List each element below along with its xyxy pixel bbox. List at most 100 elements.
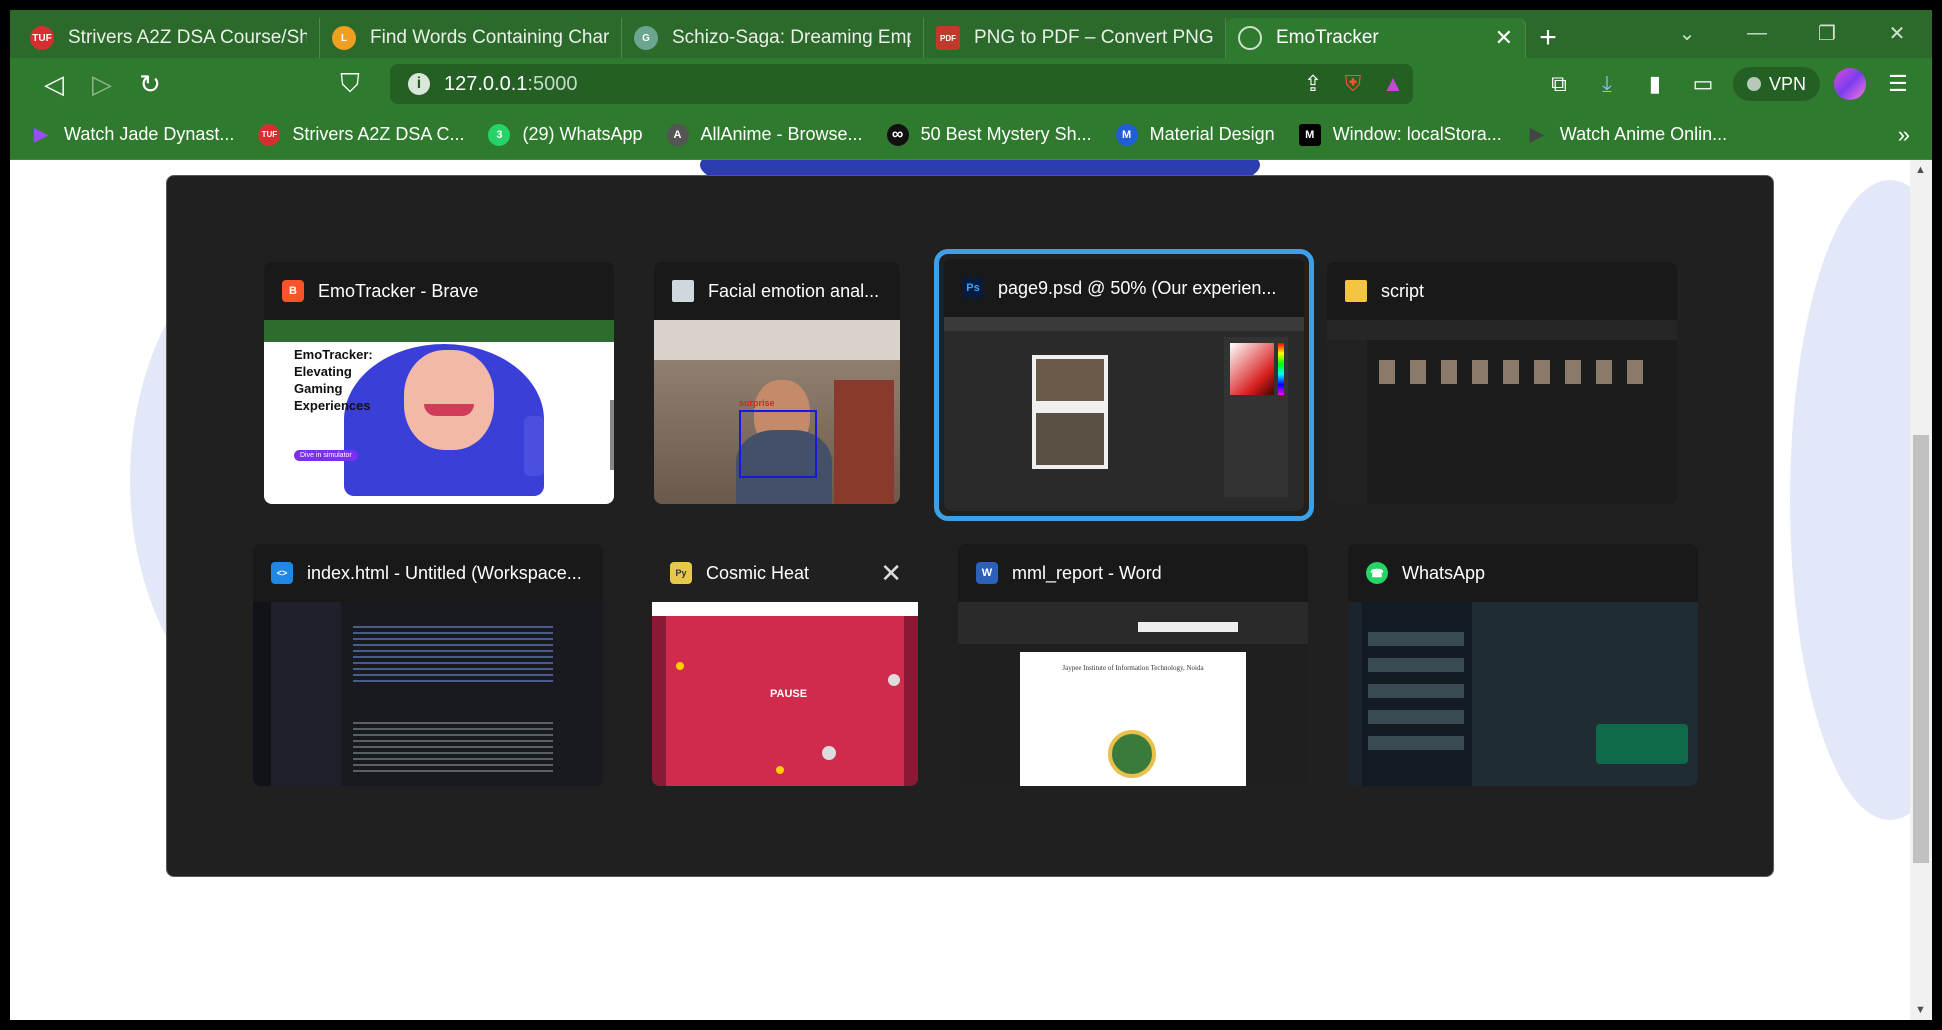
window-card-cosmic-heat[interactable]: Py Cosmic Heat ✕ PAUSE xyxy=(652,544,918,786)
bookmark-label: (29) WhatsApp xyxy=(522,124,643,144)
pause-text: PAUSE xyxy=(770,688,808,700)
bookmark-anime-online[interactable]: ▶ Watch Anime Onlin... xyxy=(1526,124,1727,146)
vpn-status-icon xyxy=(1746,77,1761,91)
face-detection-box xyxy=(739,410,817,478)
play-icon: ▶ xyxy=(1529,124,1544,144)
profile-avatar[interactable] xyxy=(1834,68,1866,100)
bookmark-label: 50 Best Mystery Sh... xyxy=(920,124,1092,144)
bookmark-whatsapp[interactable]: 3 (29) WhatsApp xyxy=(488,123,643,146)
minimize-icon[interactable]: — xyxy=(1722,16,1792,50)
allanime-icon: A xyxy=(666,123,689,146)
png-pdf-icon: PDF xyxy=(936,26,960,50)
brave-rewards-icon[interactable]: ▲ xyxy=(1373,66,1413,102)
new-tab-button[interactable]: + xyxy=(1526,18,1570,58)
card-caption: Py Cosmic Heat ✕ xyxy=(652,544,918,602)
bookmark-mystery[interactable]: ∞ 50 Best Mystery Sh... xyxy=(886,123,1092,146)
wallet-icon[interactable]: ▭ xyxy=(1679,62,1727,106)
url-host: 127.0.0.1 xyxy=(444,72,528,95)
extensions-icon[interactable]: ⧉ xyxy=(1535,62,1583,106)
reload-icon[interactable]: ↻ xyxy=(126,62,174,106)
close-tab-icon[interactable]: ✕ xyxy=(1495,25,1513,51)
window-thumbnail: surprise xyxy=(654,320,900,504)
forward-icon[interactable]: ▷ xyxy=(78,62,126,106)
python-icon: Py xyxy=(670,562,692,584)
bookmark-icon[interactable]: ⛉ xyxy=(326,62,374,106)
window-card-whatsapp[interactable]: ☎ WhatsApp xyxy=(1348,544,1698,786)
brave-shields-icon[interactable]: ⛨ xyxy=(1333,66,1373,102)
scroll-up-icon[interactable]: ▲ xyxy=(1915,164,1926,176)
tab-schizo-saga[interactable]: G Schizo-Saga: Dreaming Empath xyxy=(622,18,924,58)
thumb-cta-button: Dive in simulator xyxy=(294,450,358,461)
card-title: WhatsApp xyxy=(1402,562,1486,583)
tab-search-icon[interactable]: ⌄ xyxy=(1652,16,1722,50)
menu-icon[interactable]: ☰ xyxy=(1874,62,1922,106)
chatgpt-icon: G xyxy=(634,26,658,50)
card-title: mml_report - Word xyxy=(1012,562,1162,583)
task-switcher: B EmoTracker - Brave EmoTracker: Elevati… xyxy=(166,175,1774,877)
tab-find-words[interactable]: L Find Words Containing Charact xyxy=(320,18,622,58)
url-text[interactable]: 127.0.0.1:5000 xyxy=(444,73,1293,96)
card-title: Facial emotion anal... xyxy=(708,280,880,301)
window-thumbnail: Jaypee Institute of Information Technolo… xyxy=(958,602,1308,786)
browser-window: TUF Strivers A2Z DSA Course/Sheet L Find… xyxy=(10,10,1932,1020)
bookmark-material[interactable]: M Material Design xyxy=(1115,123,1275,146)
page-content: ▲ ▼ B EmoTracker - Brave EmoTracker: Ele… xyxy=(10,160,1932,1020)
tab-label: Schizo-Saga: Dreaming Empath xyxy=(672,27,911,48)
close-window-icon[interactable]: ✕ xyxy=(1862,16,1932,50)
share-icon[interactable]: ⇪ xyxy=(1293,66,1333,102)
tab-emotracker[interactable]: EmoTracker ✕ xyxy=(1226,18,1526,58)
tab-strivers[interactable]: TUF Strivers A2Z DSA Course/Sheet xyxy=(18,18,320,58)
back-icon[interactable]: ◁ xyxy=(30,62,78,106)
toolbar: ◁ ▷ ↻ ⛉ i 127.0.0.1:5000 ⇪ ⛨ ▲ ⧉ ⤓ ▮ ▭ V… xyxy=(10,58,1932,110)
bookmark-localstorage[interactable]: M Window: localStora... xyxy=(1298,123,1502,146)
window-card-emotracker[interactable]: B EmoTracker - Brave EmoTracker: Elevati… xyxy=(264,262,614,504)
sidebar-icon[interactable]: ▮ xyxy=(1631,62,1679,106)
window-card-word[interactable]: W mml_report - Word Jaypee Institute of … xyxy=(958,544,1308,786)
screen: TUF Strivers A2Z DSA Course/Sheet L Find… xyxy=(0,0,1942,1030)
folder-icon xyxy=(1345,280,1367,302)
card-title: page9.psd @ 50% (Our experien... xyxy=(998,277,1277,298)
close-window-icon[interactable]: ✕ xyxy=(880,558,902,589)
material-icon: M xyxy=(1115,123,1138,146)
window-thumbnail: EmoTracker: Elevating Gaming Experiences… xyxy=(264,320,614,504)
bookmark-label: Window: localStora... xyxy=(1332,124,1502,144)
window-icon xyxy=(672,280,694,302)
bookmark-allanime[interactable]: A AllAnime - Browse... xyxy=(666,123,863,146)
window-card-script-folder[interactable]: script xyxy=(1327,262,1677,504)
page-scrollbar[interactable]: ▲ ▼ xyxy=(1910,160,1932,1020)
card-title: index.html - Untitled (Workspace... xyxy=(307,562,582,583)
emotion-label: surprise xyxy=(739,398,775,408)
scrollbar-thumb[interactable] xyxy=(1913,435,1929,863)
card-title: EmoTracker - Brave xyxy=(318,280,479,301)
card-caption: Facial emotion anal... xyxy=(654,262,900,320)
window-thumbnail xyxy=(944,317,1304,511)
leetcode-icon: L xyxy=(332,26,356,50)
tab-label: EmoTracker xyxy=(1276,27,1379,48)
window-card-photoshop[interactable]: Ps page9.psd @ 50% (Our experien... xyxy=(944,259,1304,511)
site-info-icon[interactable]: i xyxy=(408,73,430,95)
bookmark-jade-dynasty[interactable]: ▶ Watch Jade Dynast... xyxy=(30,124,234,146)
tab-label: Strivers A2Z DSA Course/Sheet xyxy=(68,27,307,48)
restore-icon[interactable]: ❐ xyxy=(1792,16,1862,50)
card-caption: script xyxy=(1327,262,1677,320)
card-caption: Ps page9.psd @ 50% (Our experien... xyxy=(944,259,1304,317)
vpn-button[interactable]: VPN xyxy=(1732,67,1820,101)
card-caption: B EmoTracker - Brave xyxy=(264,262,614,320)
document-heading: Jaypee Institute of Information Technolo… xyxy=(1062,664,1204,672)
window-card-facial-emotion[interactable]: Facial emotion anal... surprise xyxy=(654,262,900,504)
bookmark-strivers[interactable]: TUF Strivers A2Z DSA C... xyxy=(258,123,465,146)
scroll-down-icon[interactable]: ▼ xyxy=(1915,1004,1926,1016)
address-bar[interactable]: i 127.0.0.1:5000 ⇪ ⛨ ▲ xyxy=(390,64,1413,104)
tab-png-to-pdf[interactable]: PDF PNG to PDF – Convert PNG Ima xyxy=(924,18,1226,58)
window-thumbnail xyxy=(253,602,603,786)
bookmark-label: AllAnime - Browse... xyxy=(700,124,863,144)
window-card-vscode[interactable]: <> index.html - Untitled (Workspace... xyxy=(253,544,603,786)
infinity-icon: ∞ xyxy=(886,123,909,146)
bookmark-label: Material Design xyxy=(1149,124,1275,144)
photoshop-icon: Ps xyxy=(962,277,984,299)
url-port: :5000 xyxy=(527,72,578,95)
bookmark-label: Strivers A2Z DSA C... xyxy=(292,124,465,144)
download-icon[interactable]: ⤓ xyxy=(1583,62,1631,106)
bookmark-label: Watch Anime Onlin... xyxy=(1559,124,1728,144)
more-bookmarks-icon[interactable]: » xyxy=(1898,122,1910,148)
